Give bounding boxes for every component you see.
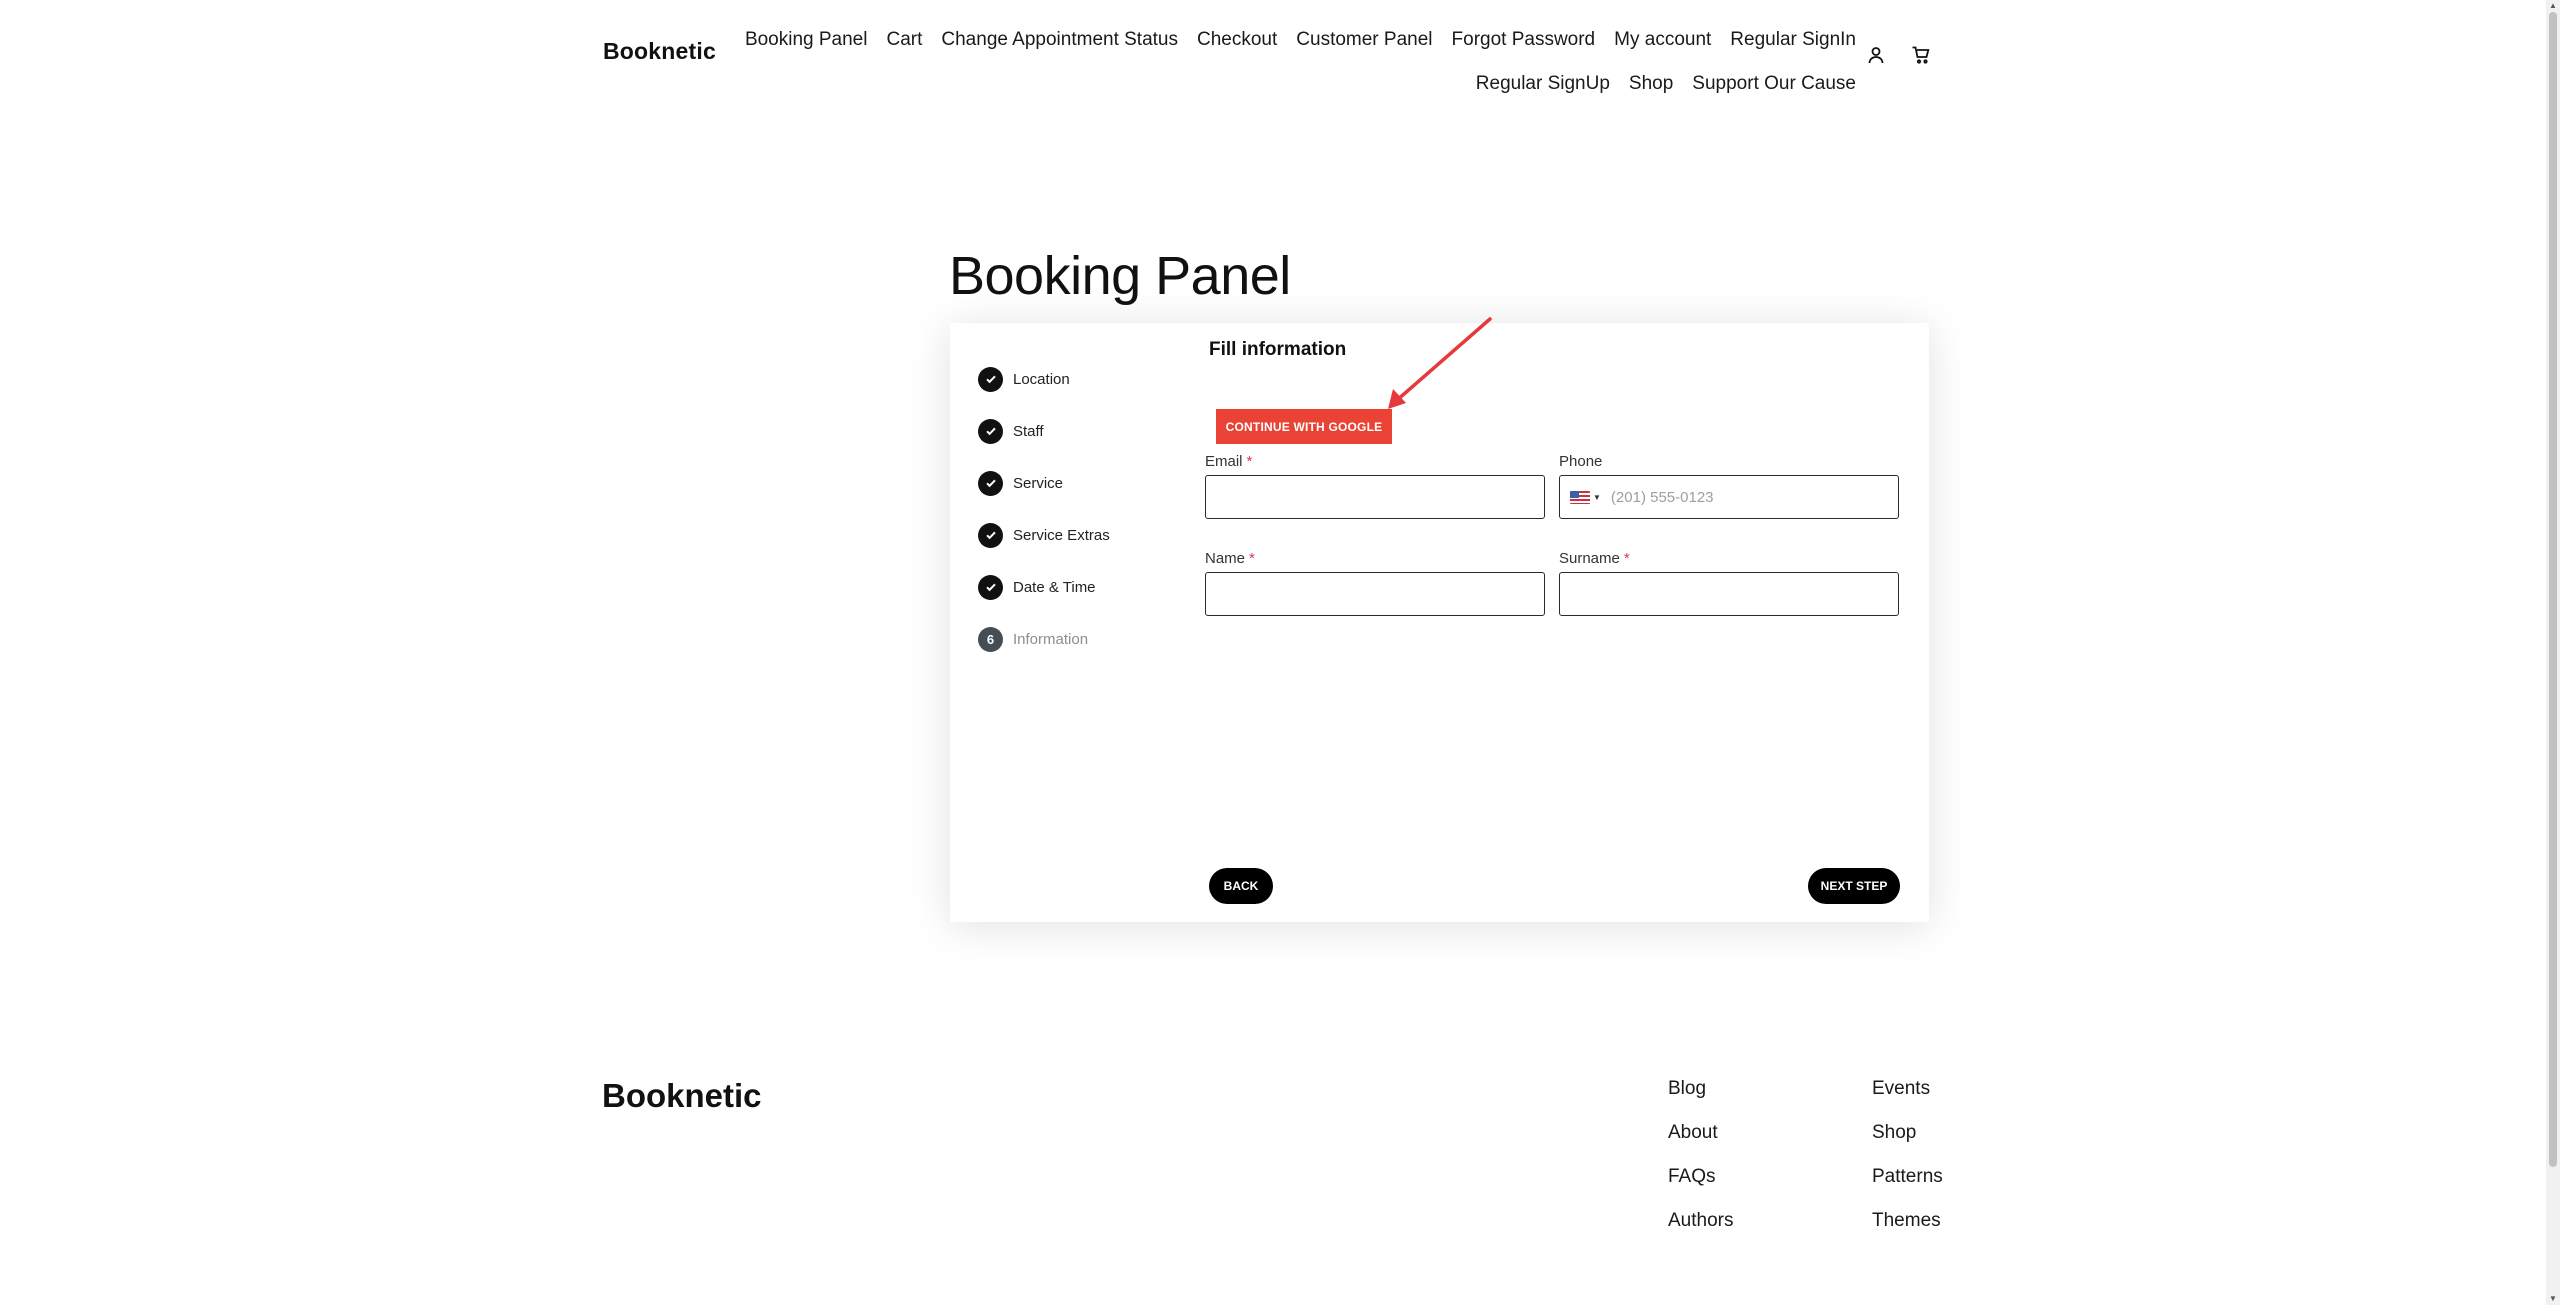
email-label-text: Email bbox=[1205, 453, 1243, 470]
footer-column-1: Blog About FAQs Authors bbox=[1668, 1078, 1733, 1254]
step-information[interactable]: 6 Information bbox=[978, 613, 1110, 665]
cart-icon[interactable] bbox=[1908, 42, 1934, 68]
form-title: Fill information bbox=[1209, 339, 1347, 360]
phone-input[interactable]: ▼ (201) 555-0123 bbox=[1559, 475, 1899, 519]
step-label: Staff bbox=[1013, 422, 1044, 440]
caret-down-icon: ▼ bbox=[1593, 492, 1601, 502]
step-label: Service Extras bbox=[1013, 526, 1110, 544]
next-step-button[interactable]: NEXT STEP bbox=[1808, 868, 1900, 904]
nav-support-our-cause[interactable]: Support Our Cause bbox=[1692, 73, 1856, 95]
email-field-group: Email * bbox=[1205, 453, 1545, 519]
email-input[interactable] bbox=[1205, 475, 1545, 519]
nav-change-appointment-status[interactable]: Change Appointment Status bbox=[941, 29, 1178, 51]
check-icon bbox=[978, 522, 1003, 548]
nav-checkout[interactable]: Checkout bbox=[1197, 29, 1277, 51]
country-selector[interactable]: ▼ bbox=[1570, 490, 1601, 504]
surname-field-group: Surname * bbox=[1559, 550, 1899, 616]
check-icon bbox=[978, 574, 1003, 600]
user-icon[interactable] bbox=[1863, 42, 1889, 68]
top-navigation: Booking Panel Cart Change Appointment St… bbox=[745, 18, 1856, 106]
footer-link-events[interactable]: Events bbox=[1872, 1078, 1943, 1122]
surname-label-text: Surname bbox=[1559, 550, 1620, 567]
step-label: Location bbox=[1013, 370, 1070, 388]
footer-link-faqs[interactable]: FAQs bbox=[1668, 1166, 1733, 1210]
required-mark: * bbox=[1249, 550, 1255, 567]
nav-shop[interactable]: Shop bbox=[1629, 73, 1673, 95]
phone-field-group: Phone ▼ (201) 555-0123 bbox=[1559, 453, 1899, 519]
surname-input[interactable] bbox=[1559, 572, 1899, 616]
email-label: Email * bbox=[1205, 453, 1545, 475]
scroll-down-icon[interactable]: ▼ bbox=[2548, 1294, 2558, 1304]
footer-link-authors[interactable]: Authors bbox=[1668, 1210, 1733, 1254]
annotation-arrow-icon bbox=[1388, 317, 1492, 409]
step-service-extras[interactable]: Service Extras bbox=[978, 509, 1110, 561]
footer-link-themes[interactable]: Themes bbox=[1872, 1210, 1943, 1254]
nav-booking-panel[interactable]: Booking Panel bbox=[745, 29, 868, 51]
step-date-time[interactable]: Date & Time bbox=[978, 561, 1110, 613]
check-icon bbox=[978, 470, 1003, 496]
footer-column-2: Events Shop Patterns Themes bbox=[1872, 1078, 1943, 1254]
check-icon bbox=[978, 418, 1003, 444]
continue-with-google-button[interactable]: CONTINUE WITH GOOGLE bbox=[1216, 409, 1392, 444]
site-logo[interactable]: Booknetic bbox=[603, 38, 716, 65]
nav-forgot-password[interactable]: Forgot Password bbox=[1452, 29, 1596, 51]
step-label: Service bbox=[1013, 474, 1064, 492]
page-scrollbar[interactable]: ▲ ▼ bbox=[2546, 0, 2560, 1305]
scrollbar-thumb[interactable] bbox=[2549, 12, 2557, 1167]
phone-placeholder: (201) 555-0123 bbox=[1610, 488, 1714, 506]
footer-link-patterns[interactable]: Patterns bbox=[1872, 1166, 1943, 1210]
footer-link-shop[interactable]: Shop bbox=[1872, 1122, 1943, 1166]
nav-row-2: Regular SignUp Shop Support Our Cause bbox=[780, 62, 1856, 106]
nav-my-account[interactable]: My account bbox=[1614, 29, 1711, 51]
step-label: Information bbox=[1013, 630, 1089, 648]
footer-logo[interactable]: Booknetic bbox=[602, 1077, 762, 1115]
nav-cart[interactable]: Cart bbox=[886, 29, 922, 51]
step-staff[interactable]: Staff bbox=[978, 405, 1110, 457]
step-location[interactable]: Location bbox=[978, 353, 1110, 405]
nav-row-1: Booking Panel Cart Change Appointment St… bbox=[745, 18, 1856, 62]
step-label: Date & Time bbox=[1013, 578, 1096, 596]
steps-sidebar: Location Staff Service Service Extras Da… bbox=[978, 353, 1110, 665]
surname-label: Surname * bbox=[1559, 550, 1899, 572]
nav-customer-panel[interactable]: Customer Panel bbox=[1296, 29, 1432, 51]
footer-link-blog[interactable]: Blog bbox=[1668, 1078, 1733, 1122]
required-mark: * bbox=[1246, 453, 1253, 470]
booking-panel: Location Staff Service Service Extras Da… bbox=[950, 317, 1929, 922]
nav-regular-signup[interactable]: Regular SignUp bbox=[1476, 73, 1610, 95]
scroll-up-icon[interactable]: ▲ bbox=[2548, 1, 2558, 11]
step-number: 6 bbox=[978, 626, 1003, 652]
back-button[interactable]: BACK bbox=[1209, 868, 1273, 904]
name-label-text: Name bbox=[1205, 550, 1246, 567]
check-icon bbox=[978, 366, 1003, 392]
nav-regular-signin[interactable]: Regular SignIn bbox=[1730, 29, 1856, 51]
us-flag-icon bbox=[1570, 490, 1590, 504]
name-field-group: Name * bbox=[1205, 550, 1545, 616]
page-title: Booking Panel bbox=[949, 246, 1291, 306]
name-label: Name * bbox=[1205, 550, 1545, 572]
step-service[interactable]: Service bbox=[978, 457, 1110, 509]
footer-link-about[interactable]: About bbox=[1668, 1122, 1733, 1166]
required-mark: * bbox=[1623, 550, 1630, 567]
phone-label: Phone bbox=[1559, 453, 1603, 470]
name-input[interactable] bbox=[1205, 572, 1545, 616]
